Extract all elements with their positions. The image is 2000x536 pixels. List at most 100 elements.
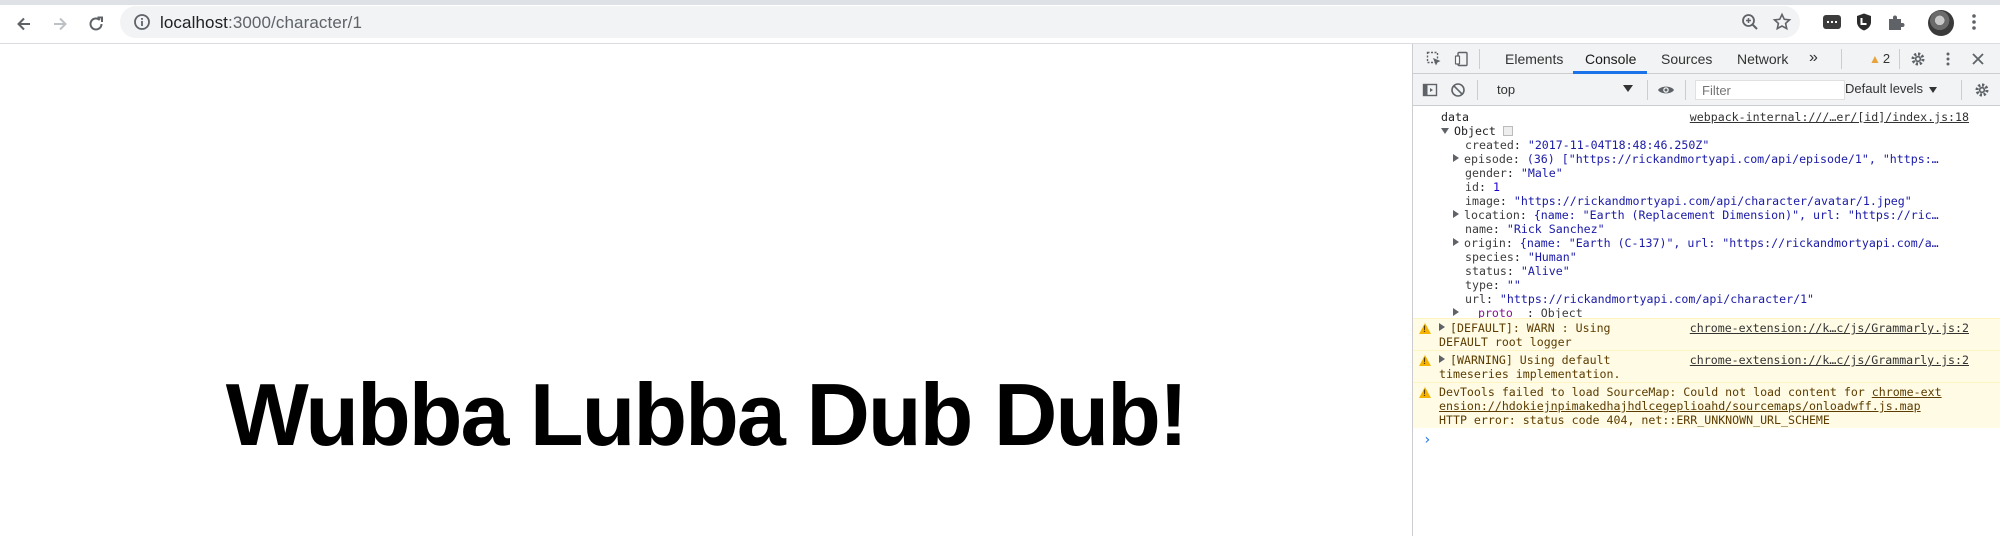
chevron-down-icon: [1623, 85, 1633, 92]
bookmark-star-icon[interactable]: [1772, 12, 1792, 32]
object-property-row[interactable]: origin: {name: "Earth (C-137)", url: "ht…: [1453, 236, 1939, 250]
log-source-link[interactable]: webpack-internal:///…er/[id]/index.js:18: [1690, 110, 1969, 124]
property-key: name: [1465, 222, 1493, 236]
page-headline: Wubba Lubba Dub Dub!: [225, 365, 1188, 464]
object-property-row: species: "Human": [1465, 250, 1577, 264]
browser-menu-button[interactable]: [1962, 10, 1986, 34]
extension-dark-icon: [1823, 15, 1841, 29]
devtools-panel: Elements Console Sources Network » ▲ 2 to…: [1412, 44, 2000, 536]
log-message: data: [1441, 110, 1469, 124]
divider: [1961, 80, 1962, 100]
property-separator: :: [1485, 292, 1500, 306]
back-button[interactable]: [10, 10, 38, 38]
property-key: location: [1464, 208, 1520, 222]
warning-text[interactable]: [DEFAULT]: WARN : Using: [1439, 321, 1611, 335]
devtools-tab-bar: Elements Console Sources Network » ▲ 2: [1413, 44, 2000, 74]
property-value: 1: [1492, 180, 1500, 194]
tab-sources[interactable]: Sources: [1661, 51, 1712, 67]
object-property-row: status: "Alive": [1465, 264, 1570, 278]
info-icon[interactable]: [132, 12, 152, 32]
page-viewport: Wubba Lubba Dub Dub!: [0, 44, 1412, 536]
expand-triangle-icon: [1439, 355, 1445, 363]
expand-triangle-icon: [1439, 323, 1445, 331]
property-separator: :: [1492, 222, 1507, 236]
shield-extension-icon: [1857, 13, 1871, 31]
property-value: "Male": [1520, 166, 1563, 180]
property-key: created: [1465, 138, 1514, 152]
tab-console[interactable]: Console: [1585, 51, 1636, 67]
context-select-value: top: [1497, 82, 1516, 97]
context-select[interactable]: top: [1491, 79, 1639, 101]
console-settings-gear-icon[interactable]: [1973, 81, 1991, 99]
property-separator: :: [1492, 278, 1507, 292]
extension-button-2[interactable]: [1852, 10, 1876, 34]
property-separator: :: [1499, 194, 1514, 208]
expand-triangle-icon: [1441, 128, 1449, 134]
object-property-row: id: 1: [1465, 180, 1500, 194]
divider: [1899, 49, 1900, 69]
forward-button[interactable]: [46, 10, 74, 38]
expand-triangle-icon: [1453, 210, 1459, 218]
property-key: type: [1465, 278, 1493, 292]
property-key: gender: [1465, 166, 1507, 180]
device-toolbar-icon[interactable]: [1453, 50, 1471, 68]
log-levels-label: Default levels: [1845, 81, 1924, 96]
tab-network[interactable]: Network: [1737, 51, 1788, 67]
sidebar-toggle-icon[interactable]: [1421, 81, 1439, 99]
property-value: "Rick Sanchez": [1506, 222, 1605, 236]
puzzle-piece-icon: [1889, 15, 1905, 30]
property-separator: :: [1505, 236, 1520, 250]
property-key: origin: [1464, 236, 1506, 250]
object-root[interactable]: Object: [1441, 124, 1513, 138]
extension-button-1[interactable]: [1820, 10, 1844, 34]
object-property-row[interactable]: episode: (36) ["https://rickandmortyapi.…: [1453, 152, 1939, 166]
clear-console-icon[interactable]: [1449, 81, 1467, 99]
warning-source-link[interactable]: chrome-extension://k…c/js/Grammarly.js:2: [1690, 353, 1969, 367]
tab-elements[interactable]: Elements: [1505, 51, 1563, 67]
log-levels-dropdown[interactable]: Default levels: [1845, 81, 1938, 96]
warning-icon: [1419, 387, 1431, 398]
profile-avatar[interactable]: [1928, 10, 1954, 36]
devtools-menu-icon[interactable]: [1939, 50, 1957, 68]
live-expression-eye-icon[interactable]: [1657, 81, 1675, 99]
warning-line: [WARNING] Using default: [1450, 353, 1611, 367]
warning-line: [DEFAULT]: WARN : Using: [1450, 321, 1611, 335]
sourcemap-link[interactable]: chrome-ext: [1872, 385, 1942, 399]
object-property-row[interactable]: location: {name: "Earth (Replacement Dim…: [1453, 208, 1939, 222]
info-badge-icon: [1502, 126, 1513, 136]
object-property-row: created: "2017-11-04T18:48:46.250Z": [1465, 138, 1709, 152]
reload-button[interactable]: [82, 10, 110, 38]
console-prompt[interactable]: ›: [1423, 432, 1431, 448]
filter-input[interactable]: [1695, 80, 1845, 100]
reload-icon: [89, 16, 103, 31]
address-bar[interactable]: localhost:3000/character/1: [120, 6, 1800, 38]
extensions-menu-button[interactable]: [1884, 10, 1908, 34]
chevron-down-icon: [1929, 86, 1938, 93]
property-value: "Alive": [1520, 264, 1570, 278]
property-key: image: [1465, 194, 1500, 208]
object-property-row: gender: "Male": [1465, 166, 1563, 180]
divider: [1841, 49, 1842, 69]
property-separator: :: [1513, 250, 1528, 264]
property-separator: :: [1506, 264, 1521, 278]
property-separator: :: [1506, 166, 1521, 180]
settings-gear-icon[interactable]: [1909, 50, 1927, 68]
close-devtools-icon[interactable]: [1969, 50, 1987, 68]
object-property-row: type: "": [1465, 278, 1521, 292]
property-value: "2017-11-04T18:48:46.250Z": [1527, 138, 1710, 152]
property-key: episode: [1464, 152, 1513, 166]
warning-text[interactable]: [WARNING] Using default: [1439, 353, 1611, 367]
more-tabs-button[interactable]: »: [1809, 49, 1818, 67]
url-path: :3000/character/1: [228, 13, 363, 32]
warning-triangle-icon: ▲: [1869, 52, 1881, 66]
zoom-icon[interactable]: [1740, 12, 1760, 32]
console-warning: [WARNING] Using default timeseries imple…: [1413, 350, 2000, 382]
sourcemap-link-cont[interactable]: ension://hdokiejnpimakedhajhdlcegeplioah…: [1439, 399, 1921, 413]
warnings-counter[interactable]: ▲ 2: [1869, 51, 1890, 66]
inspect-element-icon[interactable]: [1425, 50, 1443, 68]
object-property-row: name: "Rick Sanchez": [1465, 222, 1605, 236]
warning-source-link[interactable]: chrome-extension://k…c/js/Grammarly.js:2: [1690, 321, 1969, 335]
property-value: {name: "Earth (Replacement Dimension)", …: [1533, 208, 1939, 222]
warning-line: DevTools failed to load SourceMap: Could…: [1439, 385, 1872, 399]
console-warning: DevTools failed to load SourceMap: Could…: [1413, 382, 2000, 428]
